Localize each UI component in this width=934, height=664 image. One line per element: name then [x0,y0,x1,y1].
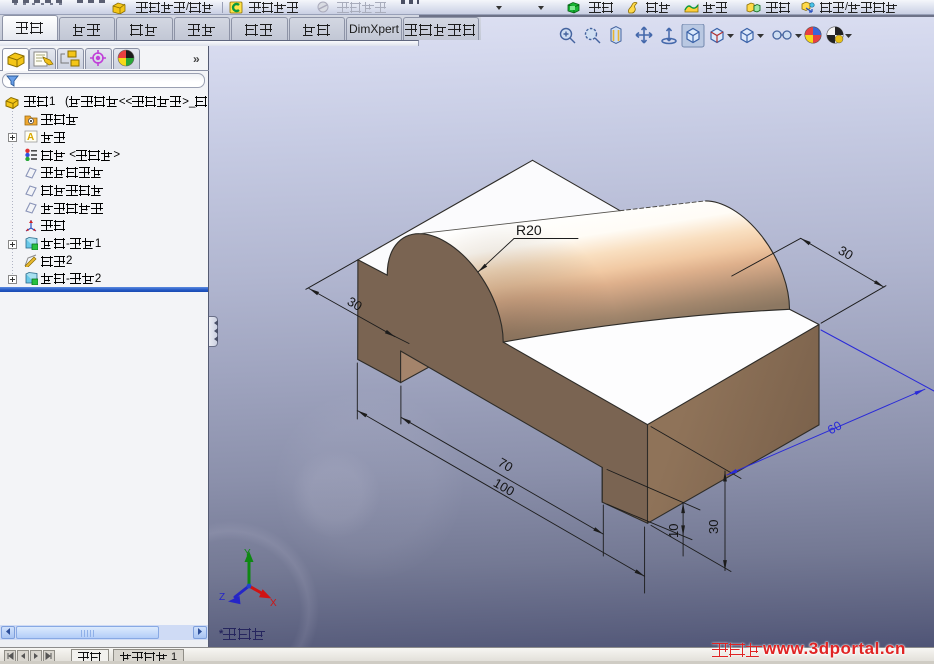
svg-text:30: 30 [836,243,856,263]
svg-text:70: 70 [495,455,515,475]
svg-text:X: X [270,598,277,609]
svg-text:Y: Y [244,548,251,559]
svg-text:10: 10 [666,524,681,538]
svg-text:R20: R20 [516,222,542,238]
svg-text:A: A [27,132,34,143]
svg-text:Z: Z [219,592,225,603]
svg-text:60: 60 [825,418,844,437]
svg-text:100: 100 [491,475,517,499]
svg-text:30: 30 [706,520,721,534]
